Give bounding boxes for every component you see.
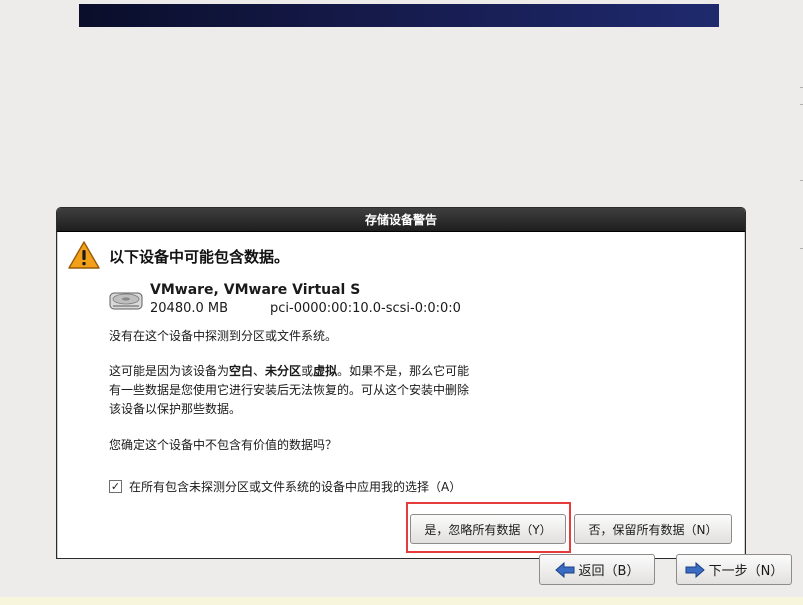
storage-warning-dialog: 存储设备警告 以下设备中可能包含数据。 VMware, VMware Virtu…	[56, 207, 746, 559]
next-label: 下一步（N）	[708, 564, 784, 579]
explanation-text: 有一些数据是您使用它进行安装后无法恢复的。可从这个安装中删除	[109, 383, 470, 397]
explanation-blank: 空白	[229, 364, 254, 378]
explanation-text: 。如果不是，那么它可能	[337, 364, 470, 378]
warning-icon	[68, 241, 100, 269]
explanation-sep: 、	[253, 364, 266, 378]
dialog-heading: 以下设备中可能包含数据。	[109, 248, 290, 266]
arrow-left-icon	[554, 561, 575, 578]
highlight-box	[406, 502, 571, 553]
device-name: VMware, VMware Virtual S	[150, 282, 361, 298]
installer-banner	[79, 4, 719, 27]
explanation-text: 这可能是因为该设备为	[109, 364, 230, 378]
confirm-question: 您确定这个设备中不包含有价值的数据吗？	[109, 438, 338, 452]
explanation-sep: 或	[301, 364, 314, 378]
device-path: pci-0000:00:10.0-scsi-0:0:0:0	[270, 301, 461, 316]
bottom-strip	[0, 597, 803, 605]
arrow-right-icon	[685, 561, 705, 578]
apply-all-label[interactable]: 在所有包含未探测分区或文件系统的设备中应用我的选择（A）	[129, 478, 461, 495]
next-button[interactable]: 下一步（N）	[676, 554, 792, 585]
dialog-body: 以下设备中可能包含数据。 VMware, VMware Virtual S 20…	[57, 232, 745, 558]
apply-all-option[interactable]: ✓ 在所有包含未探测分区或文件系统的设备中应用我的选择（A）	[109, 478, 461, 495]
explanation-virtual: 虚拟	[313, 364, 338, 378]
device-size: 20480.0 MB	[150, 301, 229, 316]
back-button[interactable]: 返回（B）	[539, 554, 655, 585]
installer-screen: 存储设备警告 以下设备中可能包含数据。 VMware, VMware Virtu…	[0, 0, 803, 605]
explanation-message: 这可能是因为该设备为空白、未分区或虚拟。如果不是，那么它可能 有一些数据是您使用…	[109, 362, 529, 419]
dialog-title: 存储设备警告	[57, 208, 745, 232]
no-partition-message: 没有在这个设备中探测到分区或文件系统。	[109, 329, 338, 343]
hard-disk-icon	[109, 292, 143, 310]
no-keep-data-button[interactable]: 否，保留所有数据（N）	[574, 514, 732, 544]
explanation-text: 该设备以保护那些数据。	[109, 402, 242, 416]
explanation-unpartitioned: 未分区	[265, 364, 302, 378]
apply-all-checkbox[interactable]: ✓	[109, 480, 122, 493]
back-label: 返回（B）	[578, 564, 640, 579]
